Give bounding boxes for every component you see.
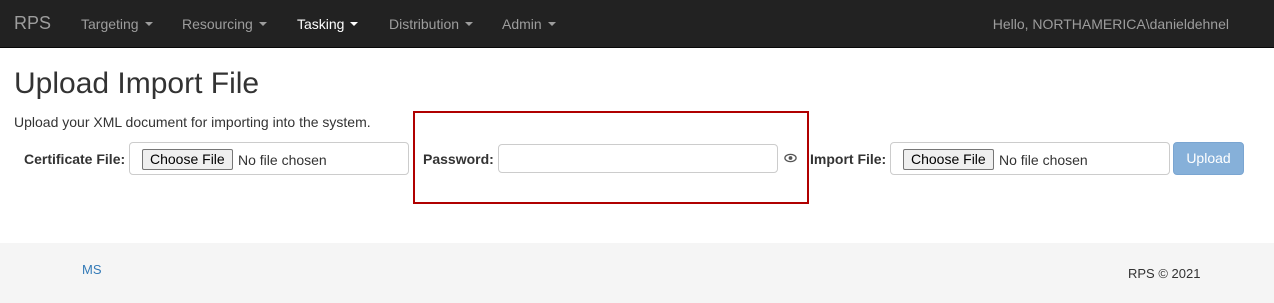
nav-item-targeting[interactable]: Targeting [81, 15, 153, 33]
nav-item-label: Distribution [389, 16, 460, 32]
nav-item-label: Admin [502, 16, 542, 32]
nav-item-resourcing[interactable]: Resourcing [182, 15, 267, 33]
nav-item-admin[interactable]: Admin [502, 15, 556, 33]
upload-button[interactable]: Upload [1173, 142, 1244, 175]
certificate-file-label: Certificate File: [24, 151, 126, 167]
import-file-status: No file chosen [999, 152, 1088, 168]
user-greeting-link[interactable]: Hello, NORTHAMERICA\danieldehnel [993, 15, 1229, 33]
caret-down-icon [547, 22, 556, 27]
certificate-file-status: No file chosen [238, 152, 327, 168]
password-highlight-box [413, 111, 809, 204]
footer: MS RPS © 2021 [0, 243, 1274, 303]
certificate-choose-file-button[interactable]: Choose File [142, 149, 233, 170]
top-navbar: RPS Targeting Resourcing Tasking Distrib… [0, 0, 1274, 48]
import-file-label: Import File: [810, 151, 887, 167]
brand-link[interactable]: RPS [14, 12, 51, 34]
import-choose-file-button[interactable]: Choose File [903, 149, 994, 170]
caret-down-icon [465, 22, 474, 27]
caret-down-icon [350, 22, 359, 27]
page-title: Upload Import File [14, 67, 260, 100]
certificate-file-input[interactable]: Choose File No file chosen [129, 142, 409, 175]
import-file-input[interactable]: Choose File No file chosen [890, 142, 1170, 175]
caret-down-icon [144, 22, 153, 27]
nav-item-distribution[interactable]: Distribution [389, 15, 474, 33]
nav-item-label: Tasking [297, 16, 345, 32]
page-description: Upload your XML document for importing i… [14, 114, 371, 130]
footer-ms-link[interactable]: MS [82, 262, 102, 278]
footer-copyright: RPS © 2021 [1128, 266, 1201, 281]
nav-item-tasking[interactable]: Tasking [297, 15, 359, 33]
nav-item-label: Targeting [81, 16, 139, 32]
caret-down-icon [258, 22, 267, 27]
nav-item-label: Resourcing [182, 16, 253, 32]
